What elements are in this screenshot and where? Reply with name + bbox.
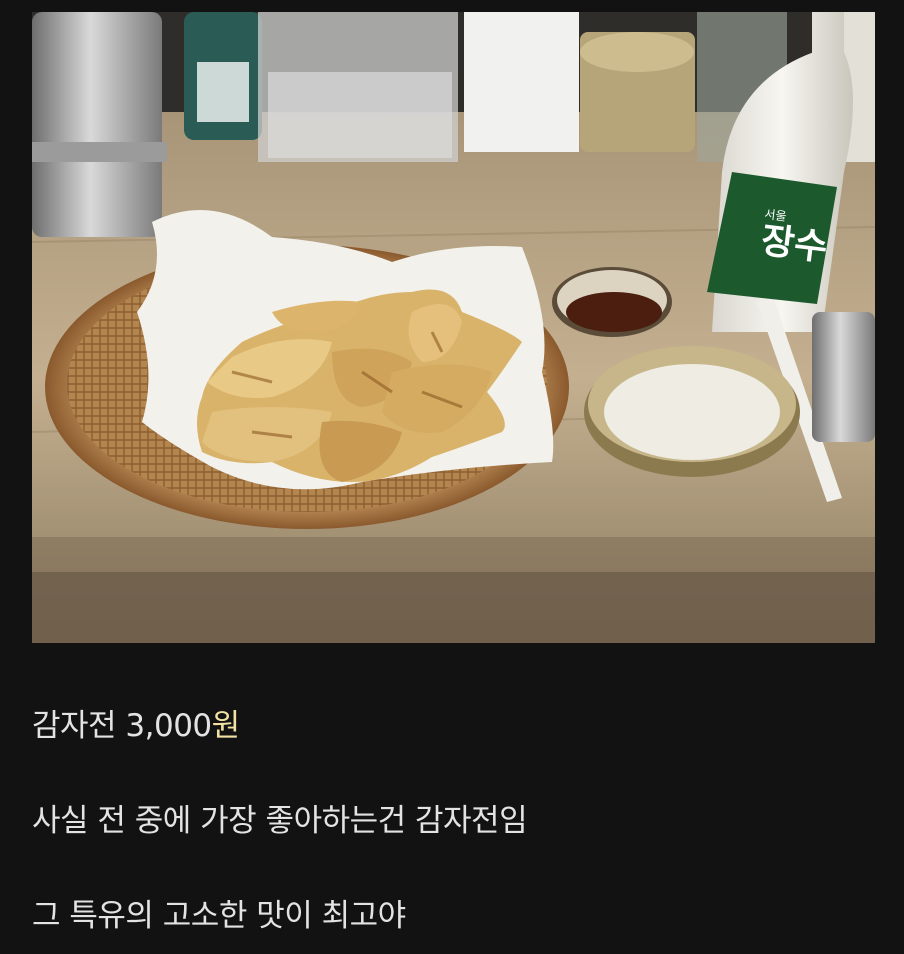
svg-text:장수: 장수 <box>759 220 830 269</box>
post-photo[interactable]: 장수 서울 <box>32 12 875 643</box>
price-text: 감자전 3,000 <box>32 708 212 744</box>
post-text-line: 사실 전 중에 가장 좋아하는건 감자전임 <box>32 803 528 839</box>
post-text-line: 그 특유의 고소한 맛이 최고야 <box>32 898 406 934</box>
price-unit-highlight: 원 <box>211 708 241 744</box>
post-text-price: 감자전 3,000원 <box>32 706 240 746</box>
svg-text:서울: 서울 <box>764 207 788 224</box>
photo-potato-pancake: 장수 서울 <box>32 12 875 643</box>
